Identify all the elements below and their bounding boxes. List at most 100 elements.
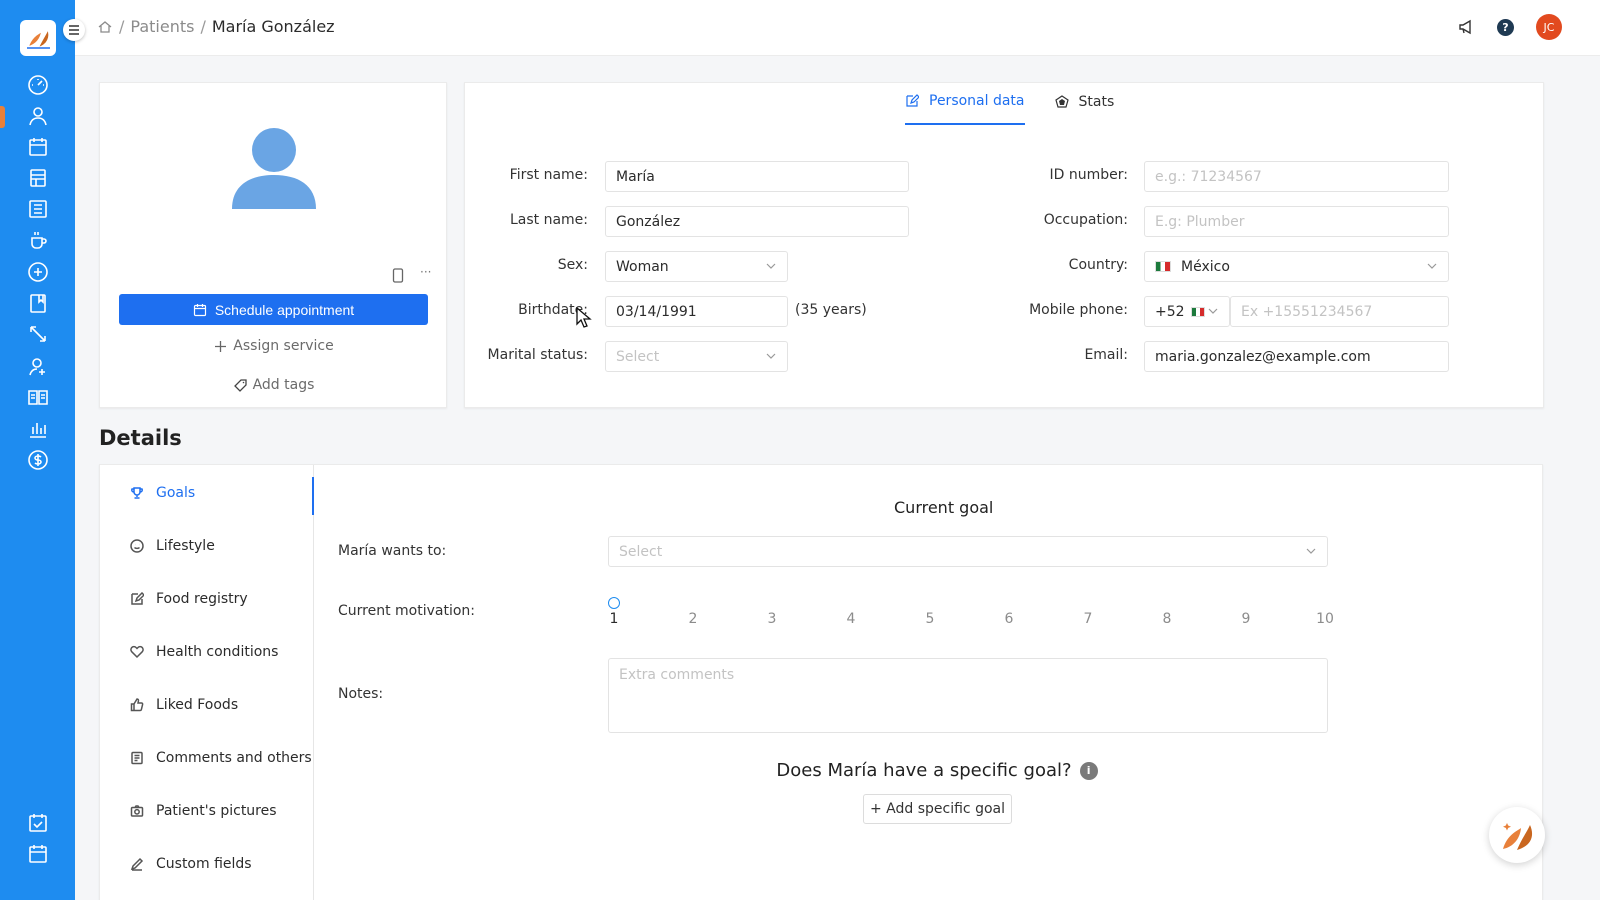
user-avatar[interactable]: JC	[1536, 14, 1562, 40]
motivation-scale-number[interactable]: 10	[1315, 611, 1335, 627]
menu-toggle-button[interactable]	[63, 19, 85, 41]
calendar-icon[interactable]	[26, 135, 50, 159]
motivation-scale-number[interactable]: 5	[920, 611, 940, 627]
nav-item-pictures[interactable]: Patient's pictures	[130, 803, 277, 819]
nav-item-label: Goals	[156, 485, 196, 501]
bookmark-icon[interactable]	[26, 291, 50, 315]
heart-icon	[130, 645, 144, 659]
resize-icon[interactable]	[26, 322, 50, 346]
email-label: Email:	[1084, 347, 1128, 363]
schedule-icon[interactable]	[26, 842, 50, 866]
current-goal-title: Current goal	[894, 498, 994, 517]
home-icon[interactable]	[97, 19, 113, 35]
schedule-appointment-label: Schedule appointment	[214, 301, 355, 318]
chevron-down-icon	[766, 353, 776, 359]
nav-item-goals[interactable]: Goals	[130, 485, 195, 501]
mobile-icon[interactable]	[392, 268, 404, 283]
nav-item-label: Patient's pictures	[156, 803, 277, 819]
first-name-field[interactable]: María	[605, 161, 909, 192]
nav-item-food-registry[interactable]: Food registry	[130, 591, 248, 607]
chevron-down-icon	[766, 263, 776, 269]
sex-value: Woman	[616, 258, 669, 275]
specific-goal-question: Does María have a specific goal? i	[100, 760, 1600, 781]
edit-icon	[131, 592, 144, 605]
breadcrumb-separator: /	[200, 17, 206, 36]
chevron-down-icon	[1306, 548, 1316, 554]
motivation-scale-number[interactable]: 1	[604, 611, 624, 627]
country-select[interactable]: México	[1144, 251, 1449, 282]
id-number-field[interactable]: e.g.: 71234567	[1144, 161, 1449, 192]
motivation-scale-number[interactable]: 3	[762, 611, 782, 627]
motivation-label: Current motivation:	[338, 603, 476, 619]
profile-tabs: Personal data Stats	[905, 93, 1114, 125]
phone-code-select[interactable]: +52	[1144, 296, 1230, 327]
almond-assistant-icon	[1503, 823, 1533, 850]
list-icon[interactable]	[26, 197, 50, 221]
add-tags-label: Add tags	[252, 377, 315, 393]
motivation-scale-number[interactable]: 7	[1078, 611, 1098, 627]
nav-item-lifestyle[interactable]: Lifestyle	[130, 538, 215, 554]
email-field[interactable]: maria.gonzalez@example.com	[1144, 341, 1449, 372]
top-bar: / Patients / María González ? JC	[75, 0, 1600, 56]
notes-label: Notes:	[338, 686, 384, 702]
thumbs-up-icon	[130, 698, 144, 712]
mobile-phone-label: Mobile phone:	[1029, 302, 1128, 318]
chevron-down-icon	[1427, 263, 1437, 269]
chart-icon[interactable]	[26, 417, 50, 441]
almond-logo-icon	[26, 26, 50, 50]
nav-item-label: Health conditions	[156, 644, 279, 660]
add-tags-button[interactable]: Add tags	[100, 377, 448, 393]
tab-stats[interactable]: Stats	[1054, 93, 1114, 125]
book-icon[interactable]	[26, 385, 50, 409]
nav-item-custom-fields[interactable]: Custom fields	[130, 856, 252, 872]
occupation-field[interactable]: E.g: Plumber	[1144, 206, 1449, 237]
tab-personal-data[interactable]: Personal data	[905, 93, 1025, 125]
birthdate-field[interactable]: 03/14/1991	[605, 296, 788, 327]
app-logo[interactable]	[20, 20, 56, 56]
calendar-icon	[193, 303, 206, 316]
wants-to-select[interactable]: Select	[608, 536, 1328, 567]
assign-service-button[interactable]: Assign service	[100, 338, 448, 354]
assign-service-label: Assign service	[233, 338, 334, 354]
dollar-icon[interactable]	[26, 448, 50, 472]
notes-textarea[interactable]: Extra comments	[608, 658, 1328, 733]
layout-icon[interactable]	[26, 166, 50, 190]
motivation-scale-number[interactable]: 9	[1236, 611, 1256, 627]
breadcrumb: / Patients / María González	[97, 17, 335, 36]
megaphone-icon[interactable]	[1457, 18, 1475, 36]
sex-select[interactable]: Woman	[605, 251, 788, 282]
breadcrumb-separator: /	[119, 17, 125, 36]
patients-icon[interactable]	[26, 104, 50, 128]
assistant-button[interactable]	[1489, 807, 1545, 863]
consult-icon[interactable]	[26, 354, 50, 378]
motivation-scale-number[interactable]: 6	[999, 611, 1019, 627]
phone-code-value: +52	[1155, 303, 1185, 320]
info-icon[interactable]: i	[1079, 761, 1098, 780]
last-name-field[interactable]: González	[605, 206, 909, 237]
nav-item-health-conditions[interactable]: Health conditions	[130, 644, 278, 660]
motivation-scale-number[interactable]: 2	[683, 611, 703, 627]
motivation-scale-number[interactable]: 4	[841, 611, 861, 627]
motivation-slider-handle[interactable]	[608, 597, 620, 609]
trophy-icon	[130, 487, 144, 499]
motivation-scale-number[interactable]: 8	[1157, 611, 1177, 627]
add-circle-icon[interactable]	[26, 260, 50, 284]
nav-item-liked-foods[interactable]: Liked Foods	[130, 697, 238, 713]
chevron-down-icon	[1208, 308, 1218, 314]
task-icon[interactable]	[26, 811, 50, 835]
details-card: Goals Lifestyle Food registry Health con…	[99, 464, 1543, 900]
mobile-phone-field[interactable]: Ex +15551234567	[1230, 296, 1449, 327]
occupation-label: Occupation:	[1043, 212, 1128, 228]
schedule-appointment-button[interactable]: Schedule appointment	[119, 294, 428, 325]
more-options-icon[interactable]: ···	[420, 265, 431, 279]
help-icon[interactable]: ?	[1497, 18, 1514, 36]
marital-status-select[interactable]: Select	[605, 341, 788, 372]
pen-icon	[130, 857, 144, 871]
dashboard-icon[interactable]	[26, 73, 50, 97]
add-specific-goal-button[interactable]: + Add specific goal	[863, 794, 1012, 824]
camera-icon	[130, 805, 144, 817]
breadcrumb-patients-link[interactable]: Patients	[130, 17, 194, 36]
tag-icon	[233, 378, 247, 392]
meal-icon[interactable]	[26, 228, 50, 252]
country-label: Country:	[1068, 257, 1128, 273]
